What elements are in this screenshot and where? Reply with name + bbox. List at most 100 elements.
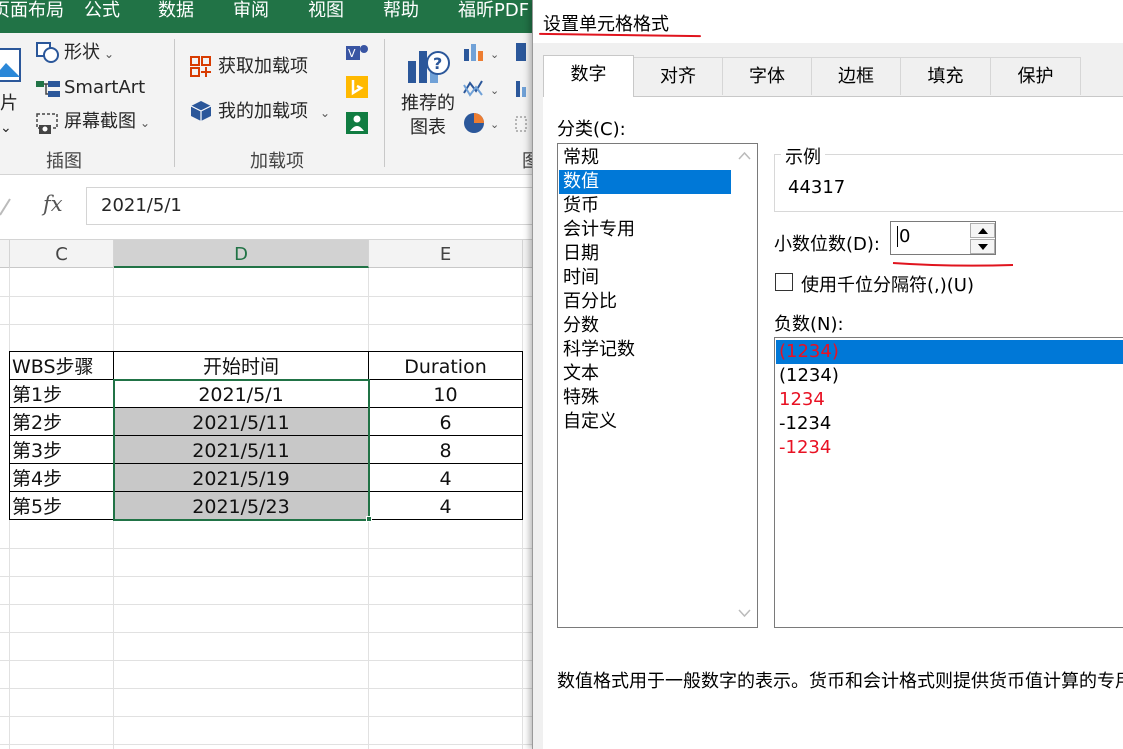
chevron-down-icon[interactable] — [738, 606, 751, 619]
dialog-titlebar[interactable]: 设置单元格格式 — [533, 0, 1123, 43]
category-item-fraction[interactable]: 分数 — [559, 314, 731, 338]
tab-data[interactable]: 数据 — [158, 0, 194, 22]
negative-option-red-minus[interactable]: -1234 — [776, 436, 1123, 460]
sample-label: 示例 — [781, 143, 825, 169]
format-cells-dialog: 设置单元格格式 数字 对齐 字体 边框 填充 保护 分类(C): 常规 数值 货… — [532, 0, 1123, 749]
table-cell-duration[interactable]: 4 — [369, 465, 522, 493]
category-list[interactable]: 常规 数值 货币 会计专用 日期 时间 百分比 分数 科学记数 文本 特殊 自定… — [557, 143, 758, 628]
spin-down-icon — [978, 244, 988, 250]
table-cell-step[interactable]: 第4步 — [12, 465, 62, 493]
table-cell-step[interactable]: 第1步 — [12, 381, 62, 409]
column-header-d[interactable]: D — [114, 240, 369, 268]
pictures-button-label[interactable]: 片 — [0, 93, 18, 115]
cancel-entry-icon[interactable] — [0, 197, 12, 217]
svg-text:⌄: ⌄ — [490, 118, 499, 131]
tab-review[interactable]: 审阅 — [233, 0, 269, 22]
negative-option-parentheses[interactable]: (1234) — [776, 364, 1123, 388]
my-addins-button[interactable]: 我的加载项 ⌄ — [218, 101, 330, 124]
table-cell-duration[interactable]: 10 — [369, 381, 522, 409]
category-item-accounting[interactable]: 会计专用 — [559, 218, 731, 242]
category-item-number[interactable]: 数值 — [559, 170, 731, 194]
shapes-label: 形状 — [64, 42, 100, 63]
column-headers: C D E — [0, 240, 532, 268]
tab-fill[interactable]: 填充 — [900, 57, 991, 95]
tab-font[interactable]: 字体 — [722, 57, 812, 95]
visio-data-visualizer-icon[interactable]: V — [344, 42, 370, 64]
shapes-button[interactable]: 形状 ⌄ — [64, 42, 114, 65]
category-item-scientific[interactable]: 科学记数 — [559, 338, 731, 362]
smartart-button[interactable]: SmartArt — [64, 77, 145, 99]
tab-border[interactable]: 边框 — [811, 57, 901, 95]
gridline — [0, 548, 532, 549]
category-item-currency[interactable]: 货币 — [559, 194, 731, 218]
tab-protection[interactable]: 保护 — [990, 57, 1081, 95]
pie-chart-icon[interactable]: ⌄ — [462, 111, 502, 135]
negative-numbers-list[interactable]: (1234) (1234) 1234 -1234 -1234 — [774, 337, 1123, 628]
tab-formulas[interactable]: 公式 — [84, 0, 120, 22]
spin-down-button[interactable] — [970, 239, 995, 254]
tab-view[interactable]: 视图 — [308, 0, 344, 22]
column-header-c[interactable]: C — [10, 240, 114, 268]
people-graph-icon[interactable] — [346, 112, 368, 134]
get-addins-button[interactable]: 获取加载项 — [218, 56, 308, 78]
fill-handle[interactable] — [366, 516, 372, 522]
pictures-caret-icon[interactable]: ⌄ — [0, 117, 12, 139]
worksheet-grid[interactable]: WBS步骤 开始时间 Duration 第1步 2021/5/1 10 第2步 … — [0, 268, 532, 749]
bing-maps-icon[interactable] — [346, 76, 368, 98]
tab-number[interactable]: 数字 — [543, 55, 634, 97]
hierarchy-chart-icon[interactable]: ⌄ — [462, 77, 502, 99]
tab-page-layout[interactable]: 页面布局 — [0, 0, 64, 22]
chevron-down-icon: ⌄ — [140, 116, 151, 130]
column-header-e[interactable]: E — [369, 240, 523, 268]
category-item-custom[interactable]: 自定义 — [559, 410, 731, 434]
column-chart-icon[interactable]: ⌄ — [462, 41, 502, 63]
group-illustrations-label: 插图 — [46, 151, 82, 172]
thousand-separator-label[interactable]: 使用千位分隔符(,)(U) — [801, 271, 974, 297]
category-item-date[interactable]: 日期 — [559, 242, 731, 266]
category-item-special[interactable]: 特殊 — [559, 386, 731, 410]
more-charts-icon[interactable] — [514, 41, 532, 141]
category-item-text[interactable]: 文本 — [559, 362, 731, 386]
tab-alignment[interactable]: 对齐 — [633, 57, 723, 95]
my-addins-label: 我的加载项 — [218, 101, 308, 122]
chevron-up-icon[interactable] — [738, 150, 751, 163]
sample-value: 44317 — [788, 177, 846, 198]
negative-option-minus[interactable]: -1234 — [776, 412, 1123, 436]
table-cell-duration[interactable]: 6 — [369, 409, 522, 437]
svg-text:V: V — [348, 47, 356, 60]
category-item-percentage[interactable]: 百分比 — [559, 290, 731, 314]
category-item-time[interactable]: 时间 — [559, 266, 731, 290]
table-header-cell[interactable]: Duration — [369, 353, 522, 381]
spin-up-button[interactable] — [970, 223, 995, 238]
negative-option-red-parentheses[interactable]: (1234) — [776, 340, 1123, 364]
gridline — [0, 604, 532, 605]
category-scrollbar[interactable] — [732, 144, 757, 627]
category-label: 分类(C): — [557, 119, 626, 140]
sample-group: 示例 44317 — [774, 143, 1123, 212]
negative-option-red[interactable]: 1234 — [776, 388, 1123, 412]
category-item-general[interactable]: 常规 — [559, 146, 731, 170]
table-cell-duration[interactable]: 4 — [369, 493, 522, 521]
table-border — [9, 351, 523, 352]
tab-foxit-pdf[interactable]: 福昕PDF — [458, 0, 529, 22]
decimal-places-input[interactable]: 0 — [890, 221, 996, 255]
table-cell-duration[interactable]: 8 — [369, 437, 522, 465]
formula-input[interactable]: 2021/5/1 — [86, 187, 532, 225]
insert-function-icon[interactable]: fx — [43, 192, 63, 216]
number-tab-panel: 分类(C): 常规 数值 货币 会计专用 日期 时间 百分比 分数 科学记数 文… — [543, 96, 1123, 749]
table-cell-step[interactable]: 第5步 — [12, 493, 62, 521]
table-cell-step[interactable]: 第2步 — [12, 409, 62, 437]
svg-text:⌄: ⌄ — [490, 84, 499, 97]
table-header-cell[interactable]: 开始时间 — [114, 353, 368, 381]
chevron-down-icon: ⌄ — [320, 106, 331, 120]
tab-help[interactable]: 帮助 — [383, 0, 419, 22]
thousand-separator-checkbox[interactable] — [775, 273, 793, 291]
table-cell-step[interactable]: 第3步 — [12, 437, 62, 465]
format-description: 数值格式用于一般数字的表示。货币和会计格式则提供货币值计算的专用 — [557, 671, 1123, 692]
screenshot-button[interactable]: 屏幕截图 ⌄ — [64, 111, 150, 134]
recommended-charts-button[interactable]: 推荐的 — [401, 93, 455, 115]
decimal-places-label: 小数位数(D): — [774, 234, 880, 255]
gridline — [0, 296, 532, 297]
recommended-charts-button-line2[interactable]: 图表 — [410, 117, 446, 139]
table-header-cell[interactable]: WBS步骤 — [12, 353, 94, 381]
